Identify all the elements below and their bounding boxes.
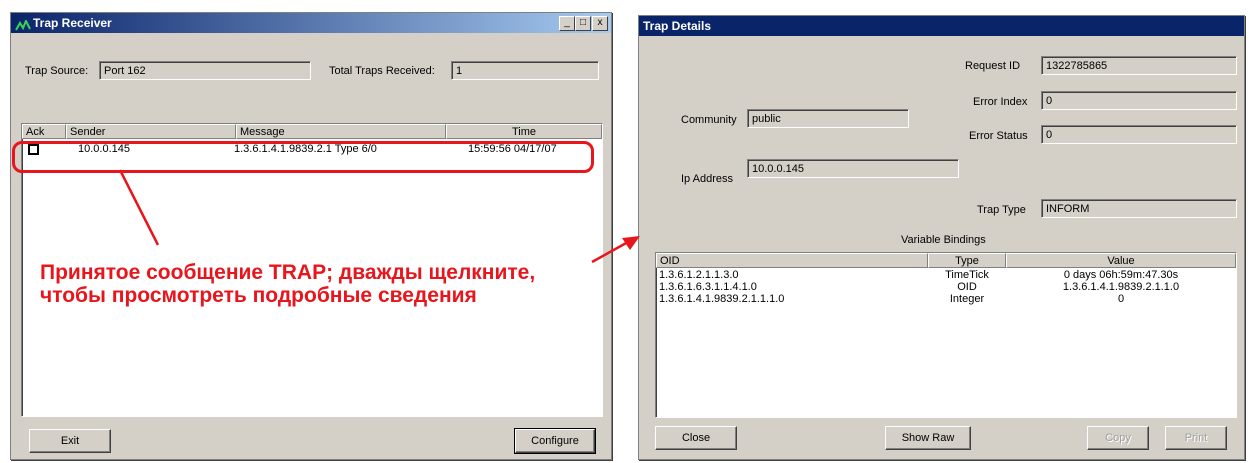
community-label: Community [681, 114, 737, 126]
exit-button[interactable]: Exit [29, 429, 111, 453]
row-type: Integer [949, 293, 985, 305]
row-oid: 1.3.6.1.4.1.9839.2.1.1.1.0 [659, 293, 785, 305]
configure-button[interactable]: Configure [514, 428, 596, 454]
total-traps-label: Total Traps Received: [329, 65, 435, 77]
column-header-value[interactable]: Value [1006, 253, 1236, 268]
maximize-button[interactable]: □ [575, 16, 591, 31]
row-oid: 1.3.6.1.6.3.1.1.4.1.0 [659, 281, 757, 293]
window-title: Trap Receiver [33, 16, 112, 30]
app-icon [15, 18, 31, 31]
trap-source-label: Trap Source: [25, 65, 89, 77]
variable-bindings-title: Variable Bindings [901, 234, 986, 246]
total-traps-field: 1 [451, 61, 599, 80]
column-header-ack[interactable]: Ack [22, 124, 66, 139]
trap-receiver-titlebar[interactable]: Trap Receiver [11, 13, 611, 33]
column-header-oid[interactable]: OID [656, 253, 928, 268]
request-id-label: Request ID [965, 60, 1021, 72]
minimize-button[interactable]: _ [559, 16, 575, 31]
request-id-field: 1322785865 [1041, 56, 1237, 75]
error-status-field: 0 [1041, 125, 1237, 144]
error-status-label: Error Status [969, 130, 1028, 142]
column-header-type[interactable]: Type [928, 253, 1006, 268]
table-row[interactable]: 1.3.6.1.2.1.1.3.0 TimeTick 0 days 06h:59… [656, 269, 1236, 281]
print-button[interactable]: Print [1165, 426, 1227, 450]
column-header-message[interactable]: Message [236, 124, 446, 139]
column-header-time[interactable]: Time [446, 124, 602, 139]
show-raw-button[interactable]: Show Raw [885, 426, 971, 450]
details-window-title: Trap Details [643, 19, 712, 33]
variable-bindings-list[interactable]: OID Type Value 1.3.6.1.2.1.1.3.0 TimeTic… [655, 252, 1237, 418]
row-oid: 1.3.6.1.2.1.1.3.0 [659, 269, 739, 281]
table-row[interactable]: 1.3.6.1.6.3.1.1.4.1.0 OID 1.3.6.1.4.1.98… [656, 281, 1236, 293]
copy-button[interactable]: Copy [1087, 426, 1149, 450]
annotation-line-1: Принятое сообщение TRAP; дважды щелкните… [40, 261, 536, 284]
row-type: TimeTick [945, 269, 989, 281]
close-button[interactable]: x [592, 16, 608, 31]
column-header-sender[interactable]: Sender [66, 124, 236, 139]
row-value: 1.3.6.1.4.1.9839.2.1.1.0 [1062, 281, 1180, 293]
community-field: public [747, 109, 909, 128]
trap-receiver-window: Trap Receiver _ □ x Trap Source: Port 16… [10, 12, 612, 460]
annotation-highlight-box [12, 141, 594, 173]
annotation-line-2: чтобы просмотреть подробные сведения [40, 284, 477, 307]
ip-address-label: Ip Address [681, 173, 733, 185]
error-index-label: Error Index [973, 96, 1028, 108]
trap-type-label: Trap Type [977, 204, 1026, 216]
trap-details-window: Trap Details Request ID 1322785865 Error… [638, 15, 1245, 460]
error-index-field: 0 [1041, 91, 1237, 110]
table-row[interactable]: 1.3.6.1.4.1.9839.2.1.1.1.0 Integer 0 [656, 293, 1236, 305]
trap-type-field: INFORM [1041, 199, 1237, 218]
row-value: 0 [1117, 293, 1125, 305]
close-details-button[interactable]: Close [655, 426, 737, 450]
row-value: 0 days 06h:59m:47.30s [1063, 269, 1179, 281]
trap-details-titlebar[interactable]: Trap Details [639, 16, 1244, 36]
trap-source-field: Port 162 [99, 61, 311, 80]
ip-address-field: 10.0.0.145 [747, 159, 959, 178]
row-type: OID [957, 281, 977, 293]
